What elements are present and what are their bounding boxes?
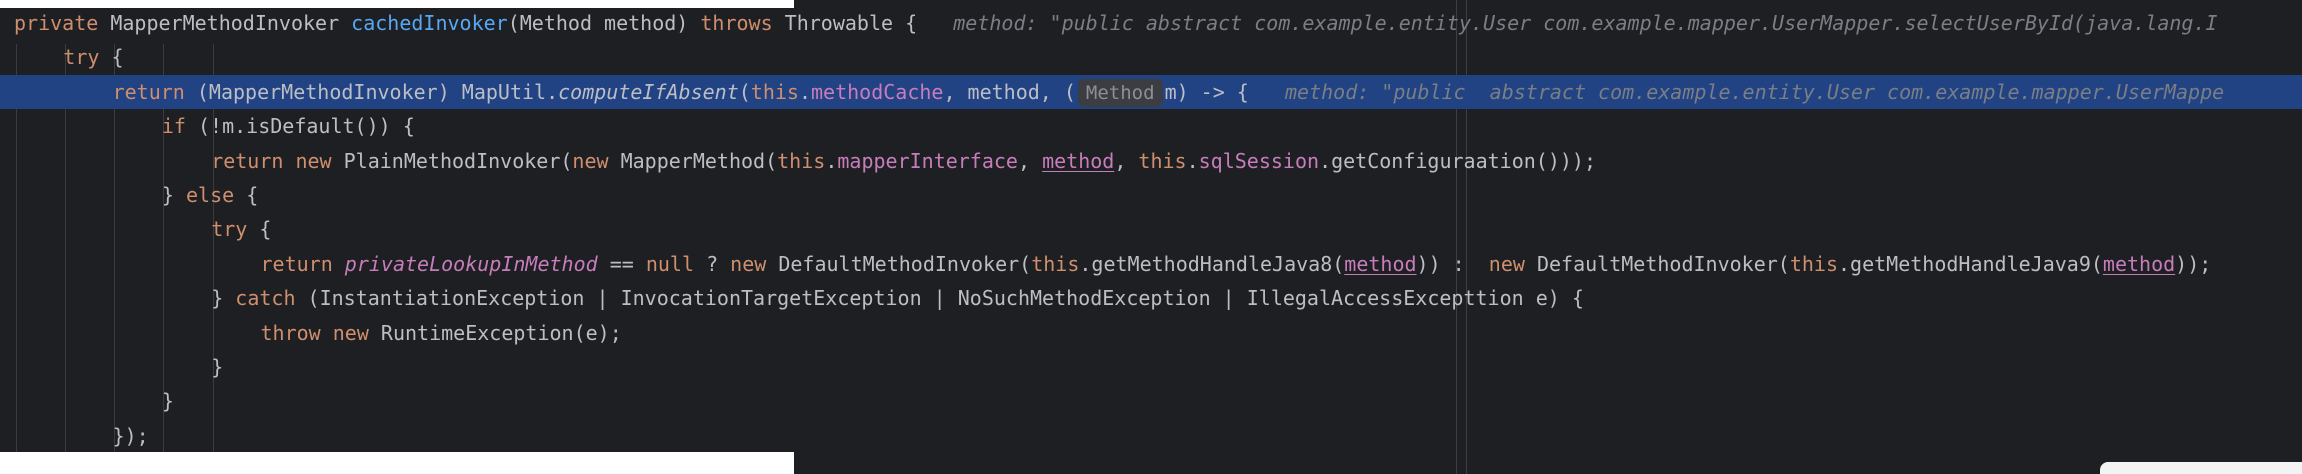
code-token: .	[1186, 148, 1199, 173]
code-token: PlainMethodInvoker(	[343, 148, 573, 173]
code-token: Throwable {	[784, 11, 918, 35]
code-token: if	[161, 114, 199, 139]
code-token: , method, (	[943, 79, 1076, 104]
code-token: .	[798, 79, 812, 104]
code-token: new	[730, 251, 779, 276]
code-token: ,	[1017, 148, 1043, 173]
code-token: MapperMethod(	[620, 148, 778, 173]
code-token: try	[63, 45, 112, 70]
code-token: });	[112, 423, 149, 448]
code-token: sqlSession	[1198, 148, 1320, 173]
code-token: (MapperMethodInvoker) MapUtil.	[196, 79, 559, 104]
inline-debug-value: method: "public abstract com.example.ent…	[917, 11, 2218, 35]
code-token: (!m.isDefault()) {	[198, 114, 415, 139]
code-token: null	[645, 251, 707, 276]
code-token: ));	[2175, 251, 2212, 276]
code-token: .getMethodHandleJava8(	[1079, 251, 1345, 276]
code-token: ?	[706, 251, 731, 276]
code-line[interactable]: throw new RuntimeException(e);	[0, 316, 2302, 350]
code-token: this	[1138, 148, 1187, 173]
code-line[interactable]: try {	[0, 40, 2302, 74]
code-token: mapperInterface	[837, 148, 1018, 173]
code-line[interactable]: return privateLookupInMethod == null ? n…	[0, 247, 2302, 281]
code-line[interactable]: }	[0, 350, 2302, 384]
code-token: {	[259, 217, 272, 242]
code-token: catch	[235, 286, 308, 311]
code-token: else	[185, 183, 247, 207]
code-token-parameter[interactable]: method	[1042, 149, 1114, 173]
overlay-panel-corner	[2100, 462, 2302, 474]
code-token: DefaultMethodInvoker(	[778, 251, 1032, 276]
code-token: ==	[597, 251, 646, 276]
code-line[interactable]: } catch (InstantiationException | Invoca…	[0, 281, 2302, 315]
code-token: .getConfiguraation()));	[1319, 148, 1597, 173]
code-token: privateLookupInMethod	[344, 251, 598, 276]
code-line[interactable]: } else {	[0, 178, 2302, 212]
code-token: throws	[700, 11, 785, 35]
code-line-current[interactable]: return (MapperMethodInvoker) MapUtil.com…	[0, 74, 2302, 109]
inline-debug-value: method: "public abstract com.example.ent…	[1248, 79, 2225, 104]
code-token: computeIfAbsent	[558, 79, 739, 104]
code-token: return new	[211, 148, 344, 173]
code-token: methodCache	[811, 79, 944, 104]
code-token-parameter[interactable]: method	[2103, 252, 2175, 276]
code-token: throw new	[260, 320, 381, 345]
code-line[interactable]: if (!m.isDefault()) {	[0, 109, 2302, 143]
code-line[interactable]: try {	[0, 212, 2302, 246]
code-line[interactable]: private MapperMethodInvoker cachedInvoke…	[0, 6, 2302, 40]
code-token: )) :	[1416, 251, 1489, 276]
code-token: {	[246, 183, 259, 207]
code-token: DefaultMethodInvoker(	[1536, 251, 1790, 276]
parameter-type-hint: Method	[1077, 78, 1163, 107]
code-token: (	[738, 79, 751, 104]
code-token: }	[211, 286, 236, 311]
code-token: new	[1488, 251, 1537, 276]
overlay-panel-top	[0, 0, 794, 8]
code-token: (InstantiationException | InvocationTarg…	[307, 286, 1584, 311]
code-token: this	[777, 148, 826, 173]
code-token: .	[825, 148, 838, 173]
code-line[interactable]: }	[0, 384, 2302, 418]
code-token: return	[112, 79, 197, 104]
code-token: .getMethodHandleJava9(	[1838, 251, 2103, 276]
code-editor[interactable]: private MapperMethodInvoker cachedInvoke…	[0, 0, 2302, 474]
code-token: {	[111, 45, 124, 70]
code-token: this	[1789, 251, 1838, 276]
code-token: this	[1031, 251, 1080, 276]
code-token-parameter[interactable]: method	[1344, 252, 1416, 276]
code-token: new	[572, 148, 621, 173]
code-token: RuntimeException(e);	[380, 320, 622, 345]
code-token: cachedInvoker	[351, 11, 508, 35]
code-token: }	[161, 183, 186, 207]
code-line[interactable]: return new PlainMethodInvoker(new Mapper…	[0, 144, 2302, 178]
code-token: private	[14, 11, 111, 35]
code-token: ,	[1114, 148, 1139, 173]
code-line[interactable]: });	[0, 419, 2302, 453]
code-token: try	[211, 217, 260, 242]
code-token: }	[161, 389, 174, 414]
code-token: this	[750, 79, 799, 104]
code-token: (Method method)	[507, 11, 701, 35]
code-token: MapperMethodInvoker	[110, 11, 352, 35]
code-token: m) -> {	[1164, 79, 1249, 104]
code-token: }	[211, 355, 224, 379]
code-token: return	[260, 251, 345, 276]
overlay-panel-bottom	[0, 452, 794, 474]
